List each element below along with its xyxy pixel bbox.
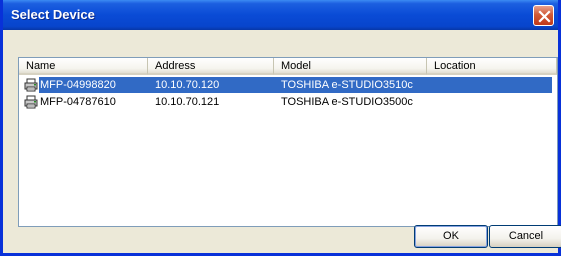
ok-button[interactable]: OK bbox=[414, 225, 488, 248]
cell-address: 10.10.70.121 bbox=[155, 96, 220, 108]
close-button[interactable] bbox=[533, 5, 554, 26]
dialog-title: Select Device bbox=[11, 7, 95, 22]
column-header-address[interactable]: Address bbox=[148, 58, 274, 75]
cell-model: TOSHIBA e-STUDIO3500c bbox=[281, 96, 413, 108]
printer-icon bbox=[24, 95, 38, 109]
cell-model: TOSHIBA e-STUDIO3510c bbox=[281, 79, 413, 91]
table-row[interactable]: MFP-04998820 10.10.70.120 TOSHIBA e-STUD… bbox=[19, 77, 557, 93]
column-header-model[interactable]: Model bbox=[274, 58, 427, 75]
column-header-location[interactable]: Location bbox=[427, 58, 557, 75]
cell-address: 10.10.70.120 bbox=[155, 79, 220, 91]
column-header-name[interactable]: Name bbox=[19, 58, 148, 75]
cell-name: MFP-04787610 bbox=[40, 96, 116, 108]
device-list[interactable]: Name Address Model Location MFP-04998820… bbox=[18, 57, 558, 227]
table-row[interactable]: MFP-04787610 10.10.70.121 TOSHIBA e-STUD… bbox=[19, 94, 557, 110]
list-header: Name Address Model Location bbox=[19, 58, 557, 76]
cancel-button[interactable]: Cancel bbox=[489, 225, 561, 248]
printer-icon bbox=[24, 78, 38, 92]
cell-name: MFP-04998820 bbox=[40, 79, 116, 91]
select-device-dialog: Select Device Name Address Model Locatio… bbox=[0, 0, 561, 256]
title-bar[interactable]: Select Device bbox=[3, 0, 558, 30]
close-icon bbox=[538, 10, 551, 23]
